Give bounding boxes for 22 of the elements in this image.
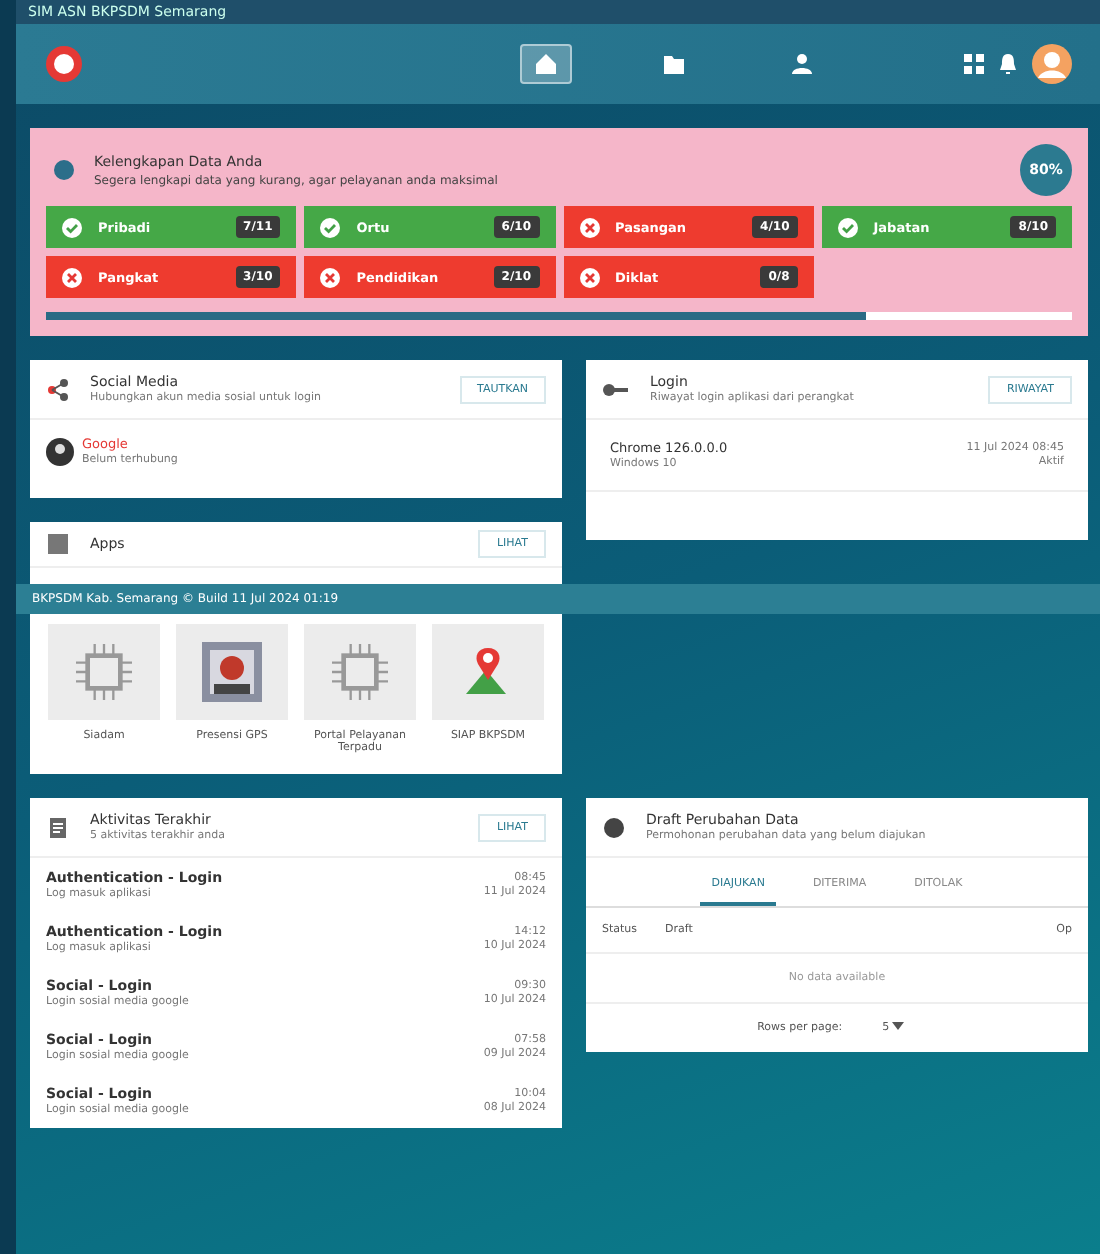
status-icon [62,217,82,237]
chip-icon [332,644,388,700]
person-icon [790,52,814,76]
status-icon [837,217,858,237]
caret-icon [892,1022,905,1030]
status-icon [320,267,341,287]
avatar-icon[interactable] [1032,44,1072,84]
status-icon [579,217,599,237]
account-icon [46,437,74,465]
status-icon [320,217,341,237]
logo-icon [44,44,84,84]
bell-icon[interactable] [998,52,1018,76]
status-icon [62,267,82,287]
document-icon [46,815,70,839]
home-icon [534,52,558,76]
chip-icon [76,644,132,700]
grid-icon[interactable] [964,54,984,74]
nav-tab[interactable] [520,44,572,84]
status-icon [579,267,599,287]
folder-icon [662,52,686,76]
share-icon [46,377,70,401]
key-icon [602,379,630,399]
